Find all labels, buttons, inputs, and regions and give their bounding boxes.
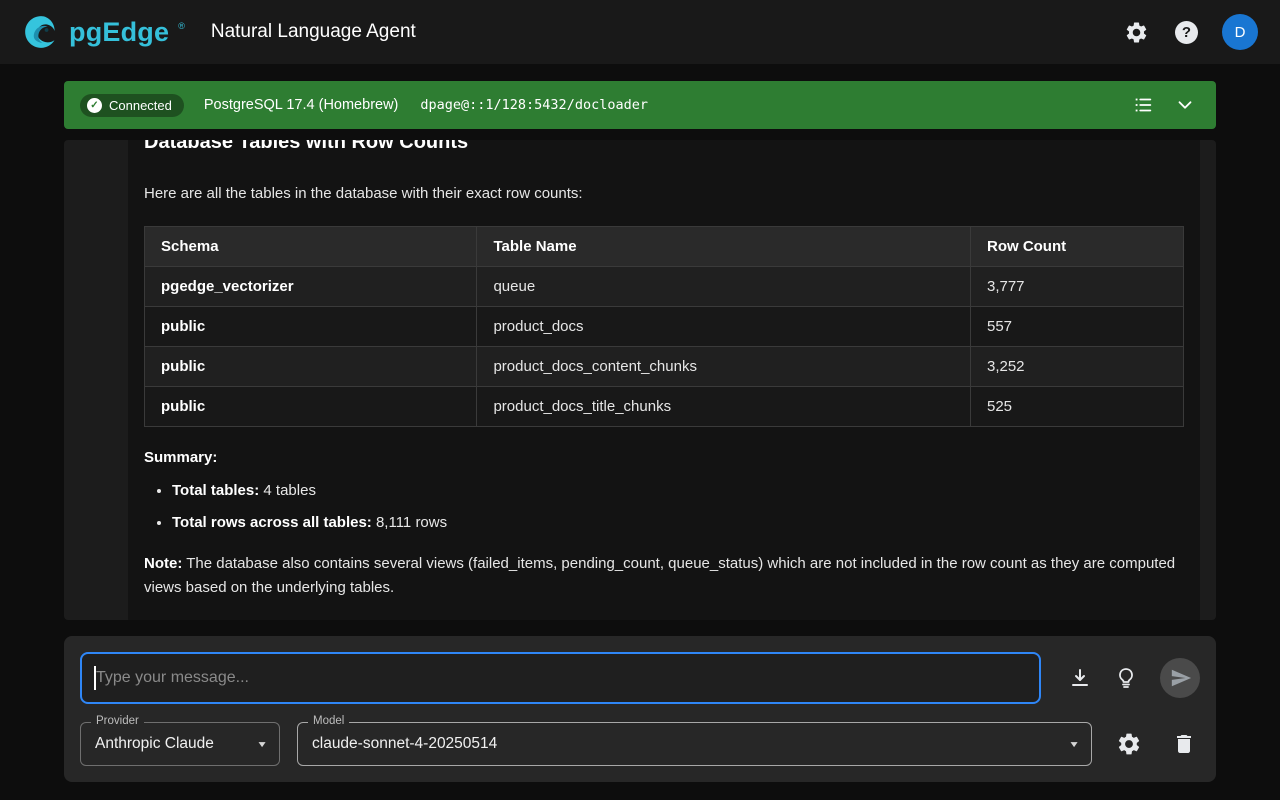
trash-icon	[1172, 732, 1196, 756]
download-icon	[1068, 666, 1092, 690]
cell-schema: public	[145, 347, 477, 387]
provider-value: Anthropic Claude	[95, 735, 214, 753]
connection-collapse-button[interactable]	[1172, 92, 1198, 118]
table-row: public product_docs_content_chunks 3,252	[145, 347, 1184, 387]
brand-registered-mark: ®	[178, 21, 185, 31]
column-header-row-count: Row Count	[970, 227, 1183, 267]
message-input-wrapper	[80, 652, 1041, 704]
model-select[interactable]: Model claude-sonnet-4-20250514 ▼	[297, 722, 1092, 766]
list-icon	[1132, 94, 1154, 116]
cell-row-count: 557	[970, 307, 1183, 347]
gear-icon	[1124, 20, 1149, 45]
provider-select[interactable]: Provider Anthropic Claude ▼	[80, 722, 280, 766]
note-paragraph: Note: The database also contains several…	[144, 552, 1184, 600]
pgedge-logo	[22, 13, 60, 51]
caret-down-icon: ▼	[256, 739, 268, 749]
page-title: Natural Language Agent	[211, 21, 416, 43]
table-header-row: Schema Table Name Row Count	[145, 227, 1184, 267]
table-row: pgedge_vectorizer queue 3,777	[145, 267, 1184, 307]
model-label: Model	[308, 715, 349, 727]
text-caret	[94, 666, 96, 690]
connection-status-badge: ✓ Connected	[80, 94, 184, 117]
connection-bar: ✓ Connected PostgreSQL 17.4 (Homebrew) d…	[64, 81, 1216, 129]
summary-list: Total tables: 4 tables Total rows across…	[144, 480, 1184, 534]
send-button[interactable]	[1160, 658, 1200, 698]
row-counts-table: Schema Table Name Row Count pgedge_vecto…	[144, 226, 1184, 427]
model-value: claude-sonnet-4-20250514	[312, 735, 497, 753]
composer-panel: Provider Anthropic Claude ▼ Model claude…	[64, 636, 1216, 782]
message-heading: Database Tables with Row Counts	[144, 140, 1184, 156]
provider-label: Provider	[91, 715, 144, 727]
table-row: public product_docs_title_chunks 525	[145, 387, 1184, 427]
download-button[interactable]	[1066, 664, 1094, 692]
bullet-value: 4 tables	[259, 482, 316, 499]
send-icon	[1170, 667, 1192, 689]
bullet-value: 8,111 rows	[372, 514, 447, 531]
column-header-schema: Schema	[145, 227, 477, 267]
cell-schema: pgedge_vectorizer	[145, 267, 477, 307]
cell-table-name: product_docs_content_chunks	[477, 347, 971, 387]
check-circle-icon: ✓	[87, 98, 102, 113]
clear-chat-button[interactable]	[1170, 730, 1198, 758]
connection-string: dpage@::1/128:5432/docloader	[420, 97, 648, 113]
cell-table-name: queue	[477, 267, 971, 307]
help-icon: ?	[1175, 21, 1198, 44]
note-label: Note:	[144, 555, 182, 572]
cell-schema: public	[145, 387, 477, 427]
user-avatar[interactable]: D	[1222, 14, 1258, 50]
chat-scroll-area[interactable]: Database Tables with Row Counts Here are…	[64, 140, 1216, 620]
help-button[interactable]: ?	[1173, 19, 1200, 46]
assistant-message: Database Tables with Row Counts Here are…	[128, 140, 1200, 620]
brand-text: pgEdge	[69, 17, 169, 48]
gear-icon	[1116, 731, 1142, 757]
table-row: public product_docs 557	[145, 307, 1184, 347]
bullet-label: Total rows across all tables:	[172, 514, 372, 531]
note-text: The database also contains several views…	[144, 555, 1175, 596]
brand: pgEdge ®	[22, 13, 185, 51]
bullet-label: Total tables:	[172, 482, 259, 499]
cell-schema: public	[145, 307, 477, 347]
cell-table-name: product_docs_title_chunks	[477, 387, 971, 427]
message-input[interactable]	[80, 652, 1041, 704]
message-intro: Here are all the tables in the database …	[144, 182, 1184, 206]
app-header: pgEdge ® Natural Language Agent ? D	[0, 0, 1280, 64]
caret-down-icon: ▼	[1068, 739, 1080, 749]
settings-button[interactable]	[1122, 18, 1151, 47]
lightbulb-icon	[1114, 666, 1138, 690]
summary-label: Summary:	[144, 449, 1184, 466]
connection-status-label: Connected	[109, 98, 172, 113]
chat-settings-button[interactable]	[1114, 729, 1144, 759]
suggestions-button[interactable]	[1112, 664, 1140, 692]
cell-row-count: 525	[970, 387, 1183, 427]
cell-row-count: 3,777	[970, 267, 1183, 307]
connection-list-button[interactable]	[1130, 92, 1156, 118]
column-header-table-name: Table Name	[477, 227, 971, 267]
cell-row-count: 3,252	[970, 347, 1183, 387]
list-item: Total rows across all tables: 8,111 rows	[172, 512, 1184, 534]
list-item: Total tables: 4 tables	[172, 480, 1184, 502]
cell-table-name: product_docs	[477, 307, 971, 347]
server-version: PostgreSQL 17.4 (Homebrew)	[204, 97, 399, 113]
chevron-down-icon	[1174, 94, 1196, 116]
